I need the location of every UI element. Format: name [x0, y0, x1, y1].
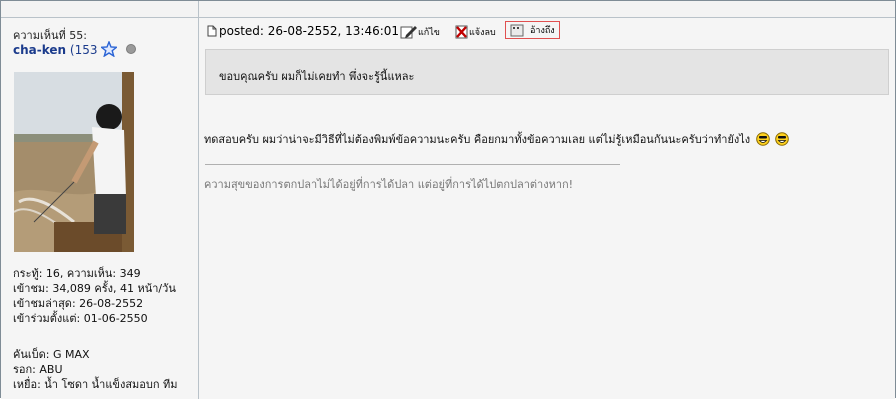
quoted-message: ขอบคุณครับ ผมก็ไม่เคยทำ พึ่งจะรู้นี้แหละ	[205, 49, 889, 95]
status-dot-icon	[126, 44, 137, 54]
posted-date: posted: 26-08-2552, 13:46:01	[219, 24, 400, 38]
avatar-photo	[14, 72, 134, 252]
edit-button[interactable]: แก้ไข	[400, 24, 440, 40]
quote-text: ขอบคุณครับ ผมก็ไม่เคยทำ พึ่งจะรู้นี้แหละ	[219, 70, 415, 83]
report-button[interactable]: แจ้งลบ	[455, 24, 496, 40]
stat-visits: เข้าชม: 34,089 ครั้ง, 41 หน้า/วัน	[13, 282, 176, 295]
document-icon	[207, 25, 217, 37]
top-strip	[1, 1, 895, 18]
quote-button[interactable]: อ้างถึง	[505, 21, 560, 39]
report-label: แจ้งลบ	[469, 28, 496, 38]
author-column: ความเห็นที่ 55: cha-ken (153 กระทู้: 16,…	[1, 18, 199, 399]
posted-info: posted: 26-08-2552, 13:46:01	[207, 24, 399, 38]
edit-pencil-icon	[400, 26, 417, 39]
delete-x-icon	[455, 25, 468, 39]
user-stats: กระทู้: 16, ความเห็น: 349 เข้าชม: 34,089…	[13, 266, 176, 326]
user-gear: คันเบ็ด: G MAX รอก: ABU เหยื่อ: น้ำ โซดา…	[13, 347, 178, 392]
quote-label: อ้างถึง	[530, 26, 555, 36]
smiley-icon	[775, 132, 789, 146]
post-header: posted: 26-08-2552, 13:46:01 แก้ไข แจ้งล…	[207, 21, 896, 42]
message-body: ทดสอบครับ ผมว่าน่าจะมีวิธีที่ไม่ต้องพิมพ…	[204, 130, 789, 148]
post-column: posted: 26-08-2552, 13:46:01 แก้ไข แจ้งล…	[199, 18, 895, 399]
post-count: (153	[69, 43, 98, 57]
star-icon	[101, 41, 118, 57]
signature-divider	[205, 164, 620, 165]
signature: ความสุขของการตกปลาไม่ได้อยู่ที่การได้ปลา…	[204, 178, 574, 191]
username-link[interactable]: cha-ken	[13, 43, 66, 57]
stat-last-visit: เข้าชมล่าสุด: 26-08-2552	[13, 297, 144, 310]
user-row: cha-ken (153	[13, 41, 137, 57]
stat-threads: กระทู้: 16, ความเห็น: 349	[13, 267, 141, 280]
message-text: ทดสอบครับ ผมว่าน่าจะมีวิธีที่ไม่ต้องพิมพ…	[204, 133, 751, 146]
gear-reel: รอก: ABU	[13, 363, 63, 376]
column-divider	[198, 1, 199, 17]
edit-label: แก้ไข	[418, 28, 440, 38]
smiley-icon	[755, 132, 770, 146]
avatar[interactable]	[14, 72, 134, 252]
post-frame: ความเห็นที่ 55: cha-ken (153 กระทู้: 16,…	[0, 0, 896, 399]
gear-rod: คันเบ็ด: G MAX	[13, 348, 90, 361]
quote-icon	[510, 24, 524, 36]
gear-bait: เหยื่อ: น้ำ โซดา น้ำแข็งสมอบก ทีม	[13, 378, 178, 391]
stat-joined: เข้าร่วมตั้งแต่: 01-06-2550	[13, 312, 148, 325]
